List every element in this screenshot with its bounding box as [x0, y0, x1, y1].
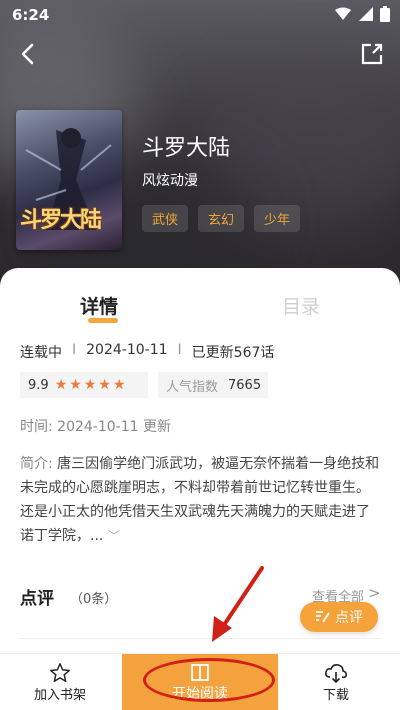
edit-icon [316, 611, 330, 623]
time-value: 2024-10-11 更新 [57, 419, 171, 435]
bottom-action-bar: 加入书架 开始阅读 下载 [0, 653, 400, 710]
battery-icon [380, 6, 390, 22]
star-icon: ★ [69, 377, 82, 393]
update-date: 2024-10-11 [86, 342, 168, 358]
write-review-button[interactable]: 点评 [300, 602, 378, 632]
tab-detail[interactable]: 详情 [80, 292, 118, 319]
rating-box: 9.9 ★ ★ ★ ★ ★ [20, 372, 148, 398]
wifi-icon [335, 7, 351, 20]
cover-title: 斗罗大陆 [20, 207, 102, 233]
synopsis-text: 唐三因偷学绝门派武功，被逼无奈怀揣着一身绝技和未完成的心愿跳崖明志，不料却带着前… [20, 456, 380, 544]
status-time: 6:24 [12, 6, 50, 24]
share-icon[interactable] [358, 40, 386, 68]
download-label: 下载 [322, 688, 349, 703]
star-icon: ★ [54, 377, 68, 393]
star-outline-icon [50, 663, 70, 682]
meta-separator: I [72, 342, 77, 358]
tab-toc[interactable]: 目录 [282, 292, 320, 319]
add-to-shelf-label: 加入书架 [33, 688, 86, 703]
tag-list: 武侠 玄幻 少年 [142, 205, 301, 232]
meta-separator: I [177, 342, 182, 358]
tag-item[interactable]: 武侠 [142, 205, 189, 232]
popularity-label: 人气指数 [166, 379, 219, 395]
write-review-label: 点评 [335, 610, 363, 626]
add-to-shelf-button[interactable]: 加入书架 [14, 654, 106, 710]
start-reading-label: 开始阅读 [172, 685, 228, 702]
time-label: 时间: [20, 419, 53, 435]
popularity-value: 7665 [228, 377, 262, 393]
divider [20, 638, 380, 639]
chevron-right-icon: > [368, 584, 381, 602]
book-cover[interactable]: 斗罗大陆 [16, 110, 122, 250]
synopsis-label: 简介: [20, 456, 53, 472]
tab-bar: 详情 目录 [0, 268, 400, 328]
start-reading-button[interactable]: 开始阅读 [122, 654, 278, 710]
cloud-download-icon [325, 664, 347, 684]
episode-count: 已更新567话 [191, 345, 275, 361]
serial-status: 连载中 [20, 345, 62, 361]
tag-item[interactable]: 少年 [254, 205, 301, 232]
rating-score: 9.9 [28, 377, 49, 393]
star-icon: ★ [112, 377, 126, 393]
meta-row: 连载中 I 2024-10-11 I 已更新567话 [20, 342, 274, 362]
book-title: 斗罗大陆 [142, 136, 231, 161]
review-title: 点评 [20, 589, 54, 609]
back-icon[interactable] [14, 40, 42, 68]
time-row: 时间: 2024-10-11 更新 [20, 416, 171, 436]
star-icon: ★ [83, 377, 97, 393]
book-open-icon [191, 663, 209, 681]
popularity-box: 人气指数 7665 [158, 372, 268, 398]
chevron-down-icon[interactable]: ﹀ [108, 529, 120, 543]
signal-icon [359, 7, 373, 21]
detail-sheet: 详情 目录 连载中 I 2024-10-11 I 已更新567话 9.9 ★ ★… [0, 268, 400, 653]
rating-stars: ★ ★ ★ ★ ★ [55, 378, 126, 392]
star-icon: ★ [98, 377, 111, 393]
download-button[interactable]: 下载 [290, 654, 382, 710]
synopsis[interactable]: 简介: 唐三因偷学绝门派武功，被逼无奈怀揣着一身绝技和未完成的心愿跳崖明志，不料… [20, 452, 382, 548]
status-bar: 6:24 [0, 0, 400, 30]
tab-indicator [88, 318, 118, 323]
book-author[interactable]: 风炫动漫 [142, 170, 198, 190]
tag-item[interactable]: 玄幻 [198, 205, 245, 232]
review-count: （0条） [70, 592, 118, 607]
